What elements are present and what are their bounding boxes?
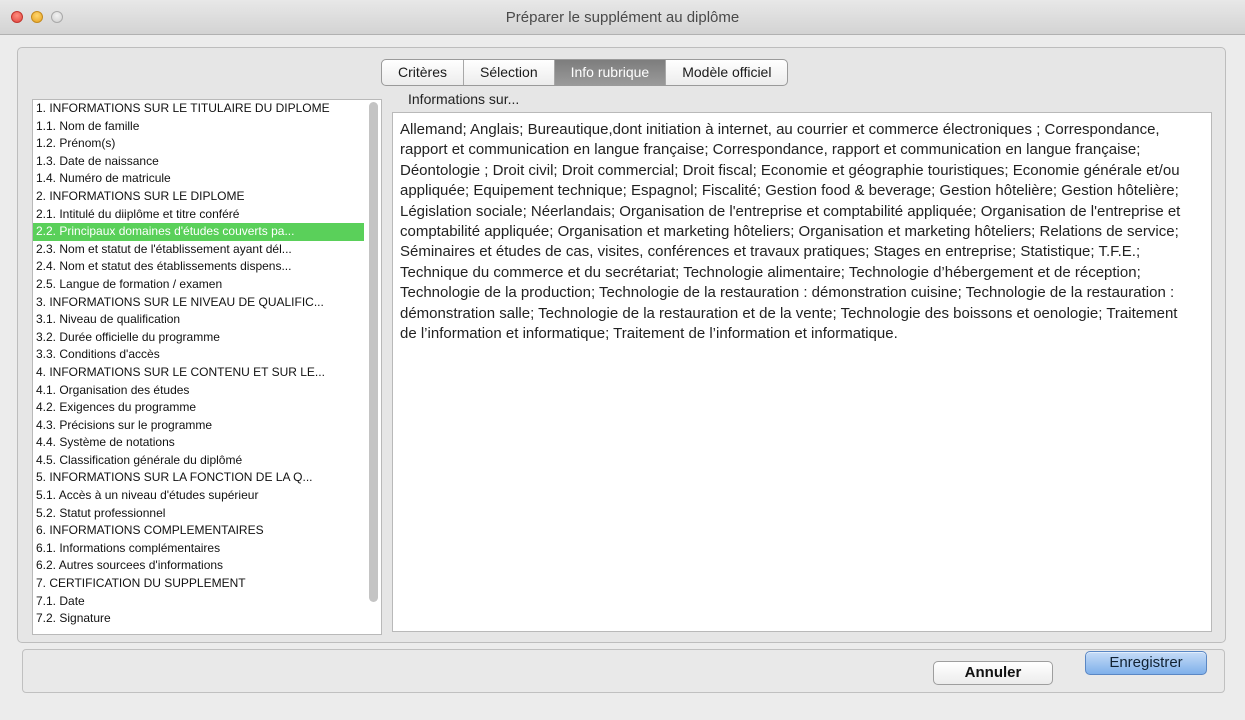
list-item[interactable]: 2.4. Nom et statut des établissements di… [33, 258, 364, 276]
list-item[interactable]: 7. CERTIFICATION DU SUPPLEMENT [33, 575, 364, 593]
list-item[interactable]: 4.3. Précisions sur le programme [33, 417, 364, 435]
list-item[interactable]: 6. INFORMATIONS COMPLEMENTAIRES [33, 522, 364, 540]
info-text-content[interactable]: Allemand; Anglais; Bureautique,dont init… [400, 120, 1195, 620]
list-item[interactable]: 2.3. Nom et statut de l'établissement ay… [33, 241, 364, 259]
tab-crit-res[interactable]: Critères [382, 60, 465, 85]
cancel-button[interactable]: Annuler [933, 661, 1053, 685]
list-item[interactable]: 6.1. Informations complémentaires [33, 540, 364, 558]
list-item[interactable]: 4.2. Exigences du programme [33, 399, 364, 417]
list-item[interactable]: 1.1. Nom de famille [33, 118, 364, 136]
list-item[interactable]: 1.3. Date de naissance [33, 153, 364, 171]
list-item[interactable]: 2.5. Langue de formation / examen [33, 276, 364, 294]
list-item[interactable]: 1.4. Numéro de matricule [33, 170, 364, 188]
list-item[interactable]: 2.2. Principaux domaines d'études couver… [33, 223, 364, 241]
section-list-items: 1. INFORMATIONS SUR LE TITULAIRE DU DIPL… [33, 100, 381, 628]
list-item[interactable]: 2. INFORMATIONS SUR LE DIPLOME [33, 188, 364, 206]
info-label: Informations sur... [408, 91, 520, 107]
list-item[interactable]: 7.2. Signature [33, 610, 364, 628]
window-title: Préparer le supplément au diplôme [505, 9, 740, 26]
list-item[interactable]: 6.2. Autres sourcees d'informations [33, 557, 364, 575]
list-item[interactable]: 1. INFORMATIONS SUR LE TITULAIRE DU DIPL… [33, 100, 364, 118]
list-item[interactable]: 4. INFORMATIONS SUR LE CONTENU ET SUR LE… [33, 364, 364, 382]
list-item[interactable]: 3. INFORMATIONS SUR LE NIVEAU DE QUALIFI… [33, 294, 364, 312]
tab-info-rubrique[interactable]: Info rubrique [554, 60, 667, 85]
list-item[interactable]: 5. INFORMATIONS SUR LA FONCTION DE LA Q.… [33, 469, 364, 487]
list-item[interactable]: 5.1. Accès à un niveau d'études supérieu… [33, 487, 364, 505]
list-item[interactable]: 3.3. Conditions d'accès [33, 346, 364, 364]
list-item[interactable]: 1.2. Prénom(s) [33, 135, 364, 153]
tab-s-lection[interactable]: Sélection [464, 60, 555, 85]
section-list-scrollbar[interactable] [369, 102, 378, 602]
list-item[interactable]: 3.2. Durée officielle du programme [33, 329, 364, 347]
section-list[interactable]: 1. INFORMATIONS SUR LE TITULAIRE DU DIPL… [32, 99, 382, 635]
list-item[interactable]: 5.2. Statut professionnel [33, 505, 364, 523]
list-item[interactable]: 2.1. Intitulé du diiplôme et titre confé… [33, 206, 364, 224]
save-button[interactable]: Enregistrer [1085, 651, 1207, 675]
list-item[interactable]: 4.1. Organisation des études [33, 382, 364, 400]
list-item[interactable]: 4.5. Classification générale du diplômé [33, 452, 364, 470]
window-titlebar: Préparer le supplément au diplôme [0, 0, 1245, 35]
list-item[interactable]: 3.1. Niveau de qualification [33, 311, 364, 329]
tab-mod-le-officiel[interactable]: Modèle officiel [666, 60, 787, 85]
tab-bar: Critères Sélection Info rubrique Modèle off… [381, 59, 789, 86]
list-item[interactable]: 4.4. Système de notations [33, 434, 364, 452]
list-item[interactable]: 7.1. Date [33, 593, 364, 611]
